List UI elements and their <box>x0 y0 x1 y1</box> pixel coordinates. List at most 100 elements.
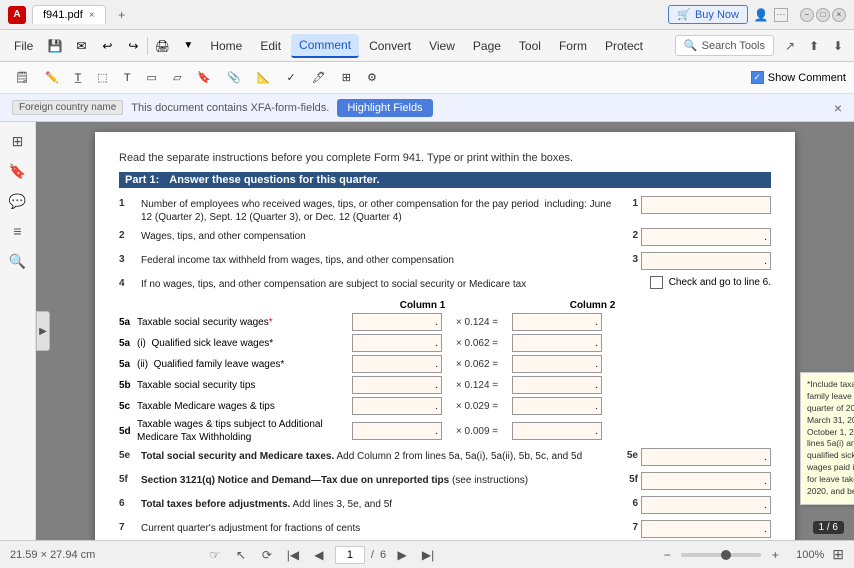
zoom-slider[interactable] <box>681 553 761 557</box>
rotate-tool-button[interactable]: ⟳ <box>257 545 277 565</box>
menu-protect[interactable]: Protect <box>597 35 651 57</box>
menu-comment[interactable]: Comment <box>291 34 359 58</box>
show-comment-toggle[interactable]: ✓ Show Comment <box>751 71 846 84</box>
minimize-button[interactable]: − <box>800 8 814 22</box>
highlight-fields-button[interactable]: Highlight Fields <box>337 99 432 117</box>
fit-page-button[interactable]: ⊞ <box>832 546 844 563</box>
row-5c-num: 5c <box>119 401 137 412</box>
row-2-input[interactable]: . <box>641 228 771 246</box>
row-2-desc: Wages, tips, and other compensation <box>137 228 625 243</box>
row-5ai-col1[interactable]: . <box>352 334 442 352</box>
tab-close-button[interactable]: × <box>89 10 95 21</box>
cursor-tool-button[interactable]: ↖ <box>231 545 251 565</box>
last-page-button[interactable]: ▶| <box>418 545 438 565</box>
search-tools-bar[interactable]: 🔍 Search Tools <box>675 35 774 56</box>
page-number-input[interactable] <box>335 546 365 564</box>
zoom-in-button[interactable]: + <box>765 545 785 565</box>
account-icon[interactable]: 👤 <box>752 6 770 24</box>
menu-form[interactable]: Form <box>551 35 595 57</box>
row-5aii-col1-dot: . <box>435 359 438 370</box>
row-5aii-col1[interactable]: . <box>352 355 442 373</box>
row-5c-col2[interactable]: . <box>512 397 602 415</box>
row-5b-col1[interactable]: . <box>352 376 442 394</box>
row-5ai-col2[interactable]: . <box>512 334 602 352</box>
document-tab[interactable]: f941.pdf × <box>32 5 106 24</box>
menu-convert[interactable]: Convert <box>361 35 419 57</box>
sticky-note-tool[interactable]: 🗒 <box>8 67 36 88</box>
shape-tool[interactable]: ⬚ <box>90 67 114 88</box>
row-1-input[interactable] <box>641 196 771 214</box>
text-markup-tool[interactable]: T̲ <box>68 68 89 88</box>
callout-tool[interactable]: ▱ <box>166 67 188 88</box>
row-3-input[interactable]: . <box>641 252 771 270</box>
new-tab-button[interactable]: + <box>112 5 132 25</box>
buy-now-button[interactable]: 🛒 Buy Now <box>668 5 748 24</box>
menu-file[interactable]: File <box>6 35 41 57</box>
row-7-input[interactable]: . <box>641 520 771 538</box>
menu-page[interactable]: Page <box>465 35 509 57</box>
sidebar-pages-icon[interactable]: ⊞ <box>5 128 31 154</box>
row-3-num: 3 <box>119 252 137 265</box>
menu-tool[interactable]: Tool <box>511 35 549 57</box>
row-5a-col2[interactable]: . <box>512 313 602 331</box>
sidebar-collapse-arrow[interactable]: ▶ <box>36 311 50 351</box>
zoom-thumb[interactable] <box>721 550 731 560</box>
mark-tool[interactable]: ✓ <box>280 67 303 88</box>
maximize-button[interactable]: □ <box>816 8 830 22</box>
down-icon[interactable]: ⬇ <box>828 36 848 56</box>
menu-home[interactable]: Home <box>202 35 250 57</box>
sidebar-layers-icon[interactable]: ≡ <box>5 218 31 244</box>
measure-tool[interactable]: 📐 <box>250 67 278 88</box>
highlight-tool[interactable]: ✏️ <box>38 67 66 88</box>
row-5c-col1[interactable]: . <box>352 397 442 415</box>
row-7-desc: Current quarter's adjustment for fractio… <box>137 520 625 535</box>
first-page-button[interactable]: |◀ <box>283 545 303 565</box>
save-icon[interactable]: 💾 <box>43 34 67 58</box>
prev-page-button[interactable]: ◀ <box>309 545 329 565</box>
sidebar-bookmarks-icon[interactable]: 🔖 <box>5 158 31 184</box>
document-page[interactable]: Read the separate instructions before yo… <box>36 122 854 540</box>
menu-view[interactable]: View <box>421 35 463 57</box>
row-6-num: 6 <box>119 496 137 509</box>
row-5aii-col2[interactable]: . <box>512 355 602 373</box>
manage-tool[interactable]: ⚙ <box>360 67 384 88</box>
external-link-icon[interactable]: ↗ <box>780 36 800 56</box>
text-tool[interactable]: T <box>117 68 138 88</box>
print-options-icon[interactable]: ▼ <box>176 34 200 58</box>
menu-edit[interactable]: Edit <box>252 35 289 57</box>
redo-icon[interactable]: ↪ <box>121 34 145 58</box>
email-icon[interactable]: ✉ <box>69 34 93 58</box>
group-tool[interactable]: ⊞ <box>335 67 358 88</box>
overflow-menu-button[interactable]: ⋯ <box>774 8 788 22</box>
stamp-tool[interactable]: 🔖 <box>190 67 218 88</box>
row-5b-col2[interactable]: . <box>512 376 602 394</box>
show-comment-checkbox[interactable]: ✓ <box>751 71 764 84</box>
close-button[interactable]: × <box>832 8 846 22</box>
row-5e-num: 5e <box>119 448 137 461</box>
next-page-button[interactable]: ▶ <box>392 545 412 565</box>
row-6-input[interactable]: . <box>641 496 771 514</box>
window-controls: − □ × <box>800 8 846 22</box>
signature-tool[interactable]: 🖊 <box>305 67 333 88</box>
row-5f-input[interactable]: . <box>641 472 771 490</box>
xfa-close-button[interactable]: × <box>834 100 842 116</box>
zoom-out-button[interactable]: − <box>657 545 677 565</box>
row-5ai-num: 5a <box>119 338 137 349</box>
row-5d-col2[interactable]: . <box>512 422 602 440</box>
sidebar-search-icon[interactable]: 🔍 <box>5 248 31 274</box>
show-comment-label: Show Comment <box>768 72 846 84</box>
text-box-tool[interactable]: ▭ <box>140 67 164 88</box>
undo-icon[interactable]: ↩ <box>95 34 119 58</box>
row-5d-col1[interactable]: . <box>352 422 442 440</box>
row-5a-col2-dot: . <box>595 317 598 328</box>
row-5a-col1[interactable]: . <box>352 313 442 331</box>
attach-tool[interactable]: 📎 <box>220 67 248 88</box>
row-4-checkbox[interactable] <box>650 276 663 289</box>
hand-tool-button[interactable]: ☞ <box>205 545 225 565</box>
upload-icon[interactable]: ⬆ <box>804 36 824 56</box>
print-icon[interactable]: 🖨 <box>150 34 174 58</box>
total-pages: 6 <box>380 549 386 561</box>
row-5b-mult: × 0.124 = <box>442 380 512 391</box>
sidebar-comments-icon[interactable]: 💬 <box>5 188 31 214</box>
row-5e-input[interactable]: . <box>641 448 771 466</box>
